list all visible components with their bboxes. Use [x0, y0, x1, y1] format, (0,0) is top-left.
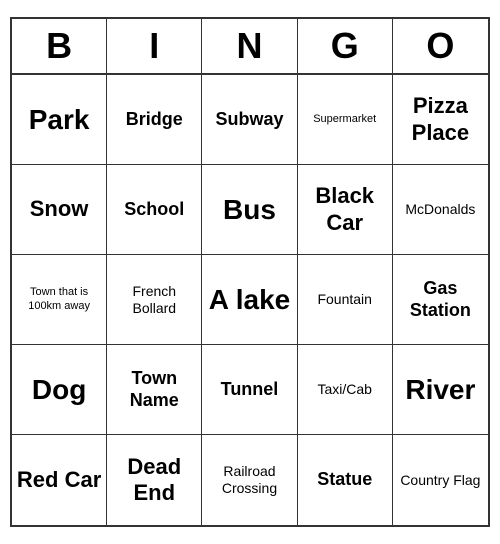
cell-text: Bus: [223, 193, 276, 227]
bingo-cell: Black Car: [298, 165, 393, 255]
cell-text: Fountain: [317, 291, 371, 308]
bingo-cell: Bridge: [107, 75, 202, 165]
cell-text: River: [405, 373, 475, 407]
header-letter: I: [107, 19, 202, 73]
bingo-cell: Tunnel: [202, 345, 297, 435]
bingo-cell: McDonalds: [393, 165, 488, 255]
bingo-cell: Statue: [298, 435, 393, 525]
header-letter: O: [393, 19, 488, 73]
bingo-cell: Supermarket: [298, 75, 393, 165]
cell-text: Tunnel: [221, 379, 279, 401]
bingo-cell: Taxi/Cab: [298, 345, 393, 435]
bingo-cell: Dead End: [107, 435, 202, 525]
header-letter: B: [12, 19, 107, 73]
bingo-cell: Subway: [202, 75, 297, 165]
cell-text: Taxi/Cab: [317, 381, 371, 398]
cell-text: Supermarket: [313, 113, 376, 126]
cell-text: Black Car: [302, 183, 388, 236]
cell-text: Town Name: [111, 368, 197, 411]
cell-text: School: [124, 199, 184, 221]
cell-text: Town that is 100km away: [16, 286, 102, 312]
bingo-cell: Country Flag: [393, 435, 488, 525]
cell-text: Country Flag: [400, 472, 480, 489]
cell-text: Pizza Place: [397, 93, 484, 146]
cell-text: Gas Station: [397, 278, 484, 321]
cell-text: Railroad Crossing: [206, 463, 292, 497]
cell-text: Dog: [32, 373, 86, 407]
cell-text: Dead End: [111, 454, 197, 507]
cell-text: Park: [29, 103, 90, 137]
bingo-cell: School: [107, 165, 202, 255]
bingo-cell: Town Name: [107, 345, 202, 435]
cell-text: Snow: [30, 196, 89, 222]
bingo-cell: Gas Station: [393, 255, 488, 345]
bingo-cell: Dog: [12, 345, 107, 435]
bingo-cell: A lake: [202, 255, 297, 345]
cell-text: Bridge: [126, 109, 183, 131]
bingo-cell: River: [393, 345, 488, 435]
bingo-cell: Fountain: [298, 255, 393, 345]
cell-text: Subway: [215, 109, 283, 131]
cell-text: A lake: [209, 283, 290, 317]
bingo-header: BINGO: [12, 19, 488, 75]
cell-text: Statue: [317, 469, 372, 491]
cell-text: McDonalds: [405, 201, 475, 218]
bingo-card: BINGO Park Bridge Subway Supermarket Pizza P…: [10, 17, 490, 527]
bingo-cell: Pizza Place: [393, 75, 488, 165]
bingo-cell: Town that is 100km away: [12, 255, 107, 345]
bingo-cell: French Bollard: [107, 255, 202, 345]
bingo-cell: Bus: [202, 165, 297, 255]
header-letter: G: [298, 19, 393, 73]
bingo-cell: Red Car: [12, 435, 107, 525]
header-letter: N: [202, 19, 297, 73]
cell-text: Red Car: [17, 467, 101, 493]
bingo-grid: Park Bridge Subway Supermarket Pizza Place Sn…: [12, 75, 488, 525]
bingo-cell: Snow: [12, 165, 107, 255]
bingo-cell: Park: [12, 75, 107, 165]
cell-text: French Bollard: [111, 283, 197, 317]
bingo-cell: Railroad Crossing: [202, 435, 297, 525]
